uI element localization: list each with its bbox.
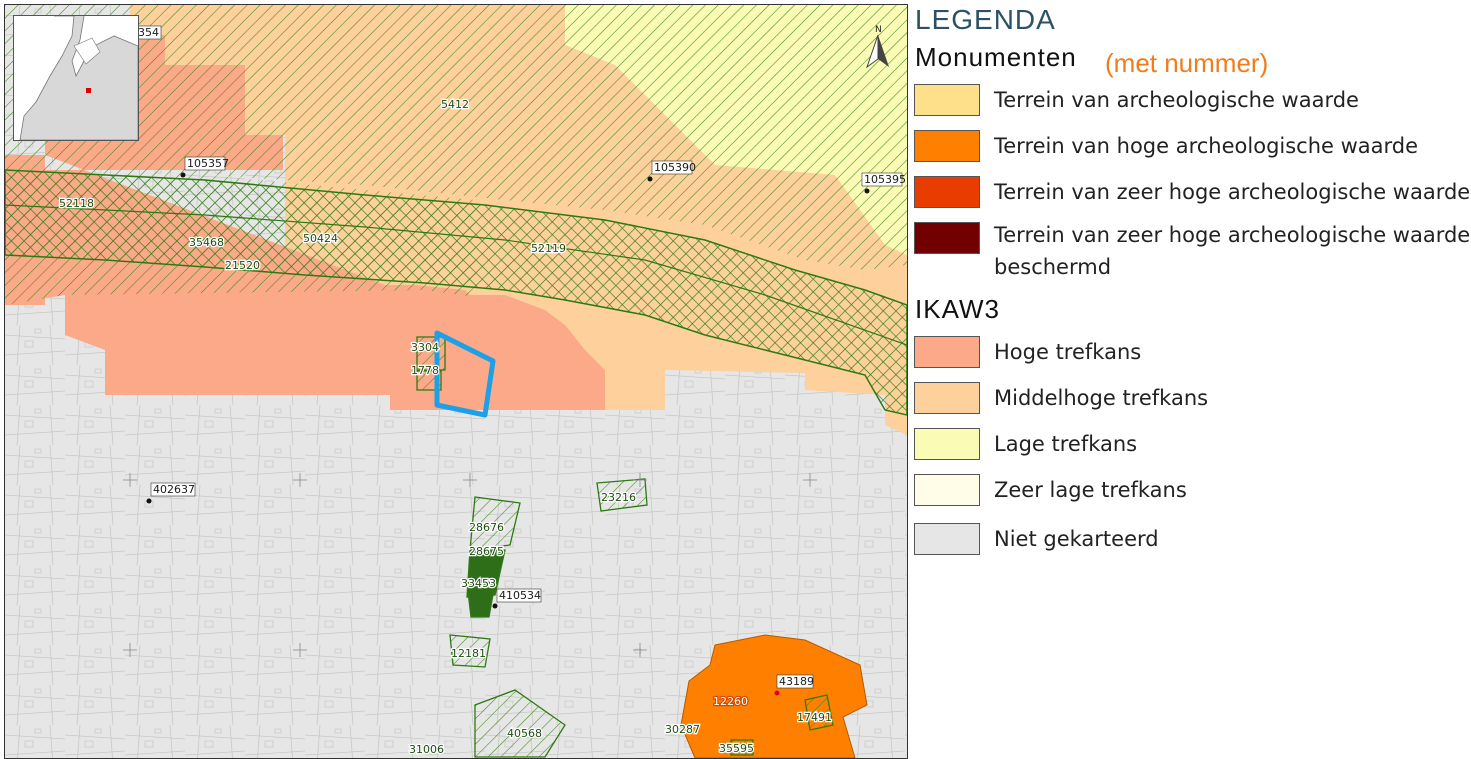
svg-text:43189: 43189 [779,675,814,688]
label-105390: 105390 [651,160,696,175]
legend-monuments-subheading: (met nummer) [1105,48,1269,78]
label-12181: 12181 [451,647,486,660]
label-33453: 33453 [461,577,496,590]
inset-locator-map [13,15,139,141]
label-21520: 21520 [225,259,260,272]
label-30287: 30287 [665,723,700,736]
label-35595: 35595 [719,742,754,755]
legend-label: Hoge trefkans [994,340,1142,364]
legend-label: Middelhoge trefkans [994,386,1209,410]
svg-text:105390: 105390 [654,161,696,174]
legend-swatch [914,84,980,116]
map-frame[interactable]: 105357 105390 105395 402637 410534 43189… [4,4,908,759]
legend-swatch [914,474,980,506]
label-43189: 43189 [776,674,814,689]
legend-swatch [914,176,980,208]
label-28676: 28676 [469,521,504,534]
label-410534: 410534 [496,588,542,603]
legend-title: LEGENDA [915,4,1056,35]
label-28675: 28675 [469,545,504,558]
legend-label: Zeer lage trefkans [994,478,1187,502]
label-17491: 17491 [797,711,832,724]
map-canvas[interactable]: 105357 105390 105395 402637 410534 43189… [5,5,907,758]
netherlands-outline-icon [14,15,139,141]
label-1778: 1778 [411,364,439,377]
legend-label: Terrein van hoge archeologische waarde [994,134,1419,158]
label-3304: 3304 [411,341,439,354]
label-5412: 5412 [441,98,469,111]
label-52118: 52118 [59,197,94,210]
svg-text:402637: 402637 [153,483,195,496]
legend-label: Terrein van zeer hoge archeologische waa… [994,180,1471,204]
svg-text:N: N [875,25,882,35]
legend-monuments-heading: Monumenten [915,42,1077,72]
svg-text:105395: 105395 [864,173,906,186]
legend-panel: LEGENDA Monumenten (met nummer) Terrein … [914,0,1471,759]
label-35468: 35468 [189,236,224,249]
label-402637: 402637 [150,482,196,497]
label-52119: 52119 [531,242,566,255]
label-50424: 50424 [303,232,338,245]
legend-swatch [914,523,980,555]
legend-label: Lage trefkans [994,432,1138,456]
legend-swatch [914,130,980,162]
label-105357: 105357 [184,156,229,171]
legend-ikaw-heading: IKAW3 [915,294,1000,324]
legend-label-line2: beschermd [994,255,1112,279]
svg-text:410534: 410534 [499,589,541,602]
legend-label: Terrein van zeer hoge archeologische waa… [994,223,1471,247]
svg-text:105357: 105357 [187,157,229,170]
legend-swatch [914,428,980,460]
legend-swatch [914,222,980,254]
label-105395: 105395 [861,172,906,187]
legend-swatch [914,336,980,368]
label-31006: 31006 [409,743,444,756]
legend-label: Terrein van archeologische waarde [994,88,1359,112]
north-arrow-icon: N [863,23,893,71]
legend-label: Niet gekarteerd [994,527,1159,551]
legend-swatch [914,382,980,414]
label-12260: 12260 [713,695,748,708]
label-40568: 40568 [507,727,542,740]
label-23216: 23216 [601,491,636,504]
